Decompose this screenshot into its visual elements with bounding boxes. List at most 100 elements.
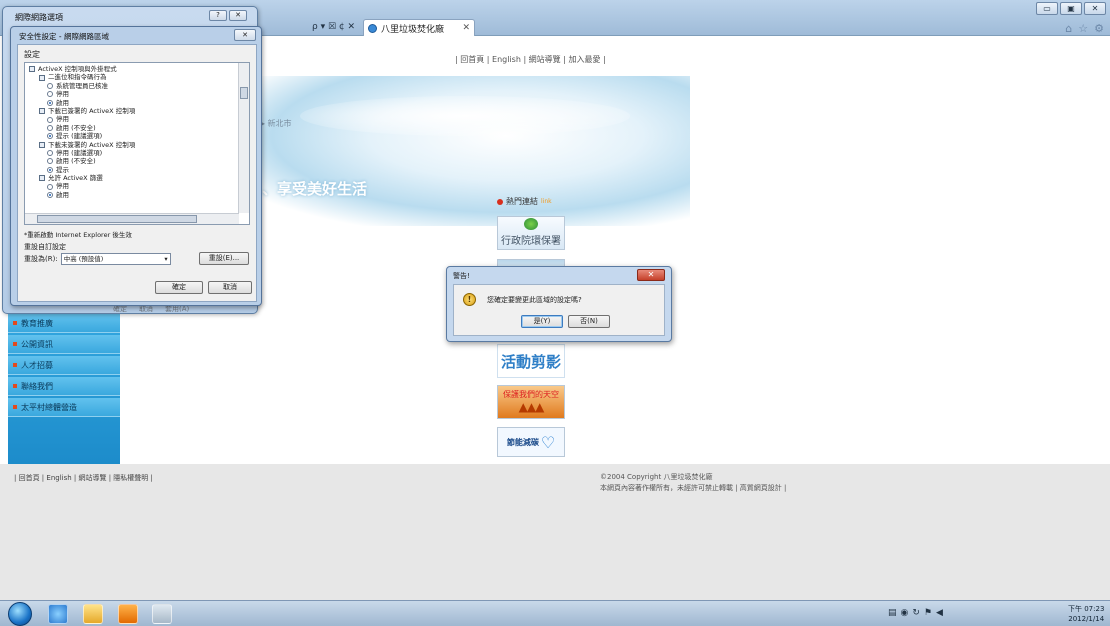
vertical-scrollbar[interactable] xyxy=(238,63,249,213)
protect-sky-link-tile[interactable]: 保護我們的天空 ▲▲▲ xyxy=(497,385,565,419)
sidebar-menu: 教育推廣 公開資訊 人才招募 聯絡我們 太平村總體營造 xyxy=(8,312,120,474)
chevron-down-icon: ▾ xyxy=(164,255,168,263)
group-checkbox-icon xyxy=(39,175,45,182)
browser-tab[interactable]: 八里垃圾焚化廠 ✕ xyxy=(363,19,475,36)
maximize-button[interactable]: ▣ xyxy=(1060,2,1082,15)
radio-button[interactable] xyxy=(47,133,53,140)
star-icon[interactable]: ☆ xyxy=(1078,22,1088,35)
reset-level-value: 中高 (預設值) xyxy=(63,255,104,263)
window-controls: ▭ ▣ ✕ xyxy=(1036,2,1106,15)
hot-links: 熱門連結 link 行政院環保署 活動剪影 保護我們的天空 ▲▲▲ 節能減碳 ♡ xyxy=(497,196,565,457)
yes-button[interactable]: 是(Y) xyxy=(521,315,563,328)
settings-option-item[interactable]: 停用 xyxy=(29,115,239,123)
radio-button[interactable] xyxy=(47,183,53,190)
settings-option-item[interactable]: 啟用 (不安全) xyxy=(29,124,239,132)
settings-item-label: 停用 xyxy=(56,115,69,124)
bullet-icon xyxy=(13,363,17,367)
sidebar-item-contact[interactable]: 聯絡我們 xyxy=(8,377,120,396)
clock[interactable]: 下午 07:23 2012/1/14 xyxy=(1068,604,1104,624)
footer-note: 本網頁內容著作權所有，未經許可禁止轉載 | 高質網頁設計 | xyxy=(600,484,787,492)
horizontal-scrollbar[interactable] xyxy=(25,213,239,224)
sidebar-item-village[interactable]: 太平村總體營造 xyxy=(8,398,120,417)
epa-link-tile[interactable]: 行政院環保署 xyxy=(497,216,565,250)
flag-icon[interactable]: ⚑ xyxy=(924,608,932,618)
security-icon[interactable]: ◉ xyxy=(901,608,909,618)
footer-links[interactable]: | 回首頁 | English | 網站導覽 | 隱私權聲明 | xyxy=(14,473,153,483)
start-button[interactable] xyxy=(8,602,32,626)
ok-button[interactable]: 確定 xyxy=(155,281,203,294)
scroll-thumb[interactable] xyxy=(240,87,248,99)
settings-option-item[interactable]: 提示 (建議選項) xyxy=(29,132,239,140)
banner-cloud xyxy=(300,96,630,136)
activity-link-tile[interactable]: 活動剪影 xyxy=(497,344,565,378)
radio-button[interactable] xyxy=(47,150,53,157)
scroll-thumb[interactable] xyxy=(37,215,197,223)
taskbar: ▤ ◉ ↻ ⚑ ◀ 下午 07:23 2012/1/14 xyxy=(0,600,1110,626)
settings-option-item[interactable]: 啟用 (不安全) xyxy=(29,157,239,165)
minimize-button[interactable]: ▭ xyxy=(1036,2,1058,15)
cancel-button[interactable]: 取消 xyxy=(208,281,252,294)
radio-button[interactable] xyxy=(47,166,53,173)
ie-page-icon xyxy=(368,23,377,33)
dialog-body: 設定 ActiveX 控制項與外掛程式 二進位和指令碼行為 系統管理員已核准 停用 啟用… xyxy=(17,44,257,302)
dialog-body: ! 您確定要變更此區域的設定嗎? 是(Y) 否(N) xyxy=(453,284,665,336)
settings-option-item[interactable]: 停用 xyxy=(29,182,239,190)
security-settings-dialog: 安全性設定 - 網際網路區域 ✕ 設定 ActiveX 控制項與外掛程式 二進位和… xyxy=(10,26,262,306)
copyright-text: ©2004 Copyright 八里垃圾焚化廠 xyxy=(600,473,713,481)
gear-icon[interactable]: ⚙ xyxy=(1094,22,1104,35)
close-button[interactable]: ✕ xyxy=(229,10,247,21)
radio-button[interactable] xyxy=(47,192,53,199)
sync-icon[interactable]: ↻ xyxy=(912,608,920,618)
dialog-title: 安全性設定 - 網際網路區域 xyxy=(19,32,109,41)
settings-item-label: 系統管理員已核准 xyxy=(56,81,108,90)
energy-saving-link-tile[interactable]: 節能減碳 ♡ xyxy=(497,427,565,457)
settings-option-item[interactable]: 停用 xyxy=(29,90,239,98)
radio-button[interactable] xyxy=(47,91,53,98)
settings-group-item[interactable]: 二進位和指令碼行為 xyxy=(29,73,239,81)
address-bar-controls[interactable]: ρ ▾ ☒ ¢ ✕ xyxy=(312,22,355,32)
no-button[interactable]: 否(N) xyxy=(568,315,610,328)
sidebar-item-recruitment[interactable]: 人才招募 xyxy=(8,356,120,375)
sidebar-item-education[interactable]: 教育推廣 xyxy=(8,314,120,333)
tab-close-icon[interactable]: ✕ xyxy=(462,23,470,33)
epa-tile-label: 行政院環保署 xyxy=(501,236,561,247)
reset-level-select[interactable]: 中高 (預設值) ▾ xyxy=(60,253,171,265)
help-button[interactable]: ? xyxy=(209,10,227,21)
folder-taskbar-icon[interactable] xyxy=(83,604,103,624)
settings-option-item[interactable]: 系統管理員已核准 xyxy=(29,82,239,90)
energy-tile-label: 節能減碳 xyxy=(506,437,539,447)
settings-group-item[interactable]: 下載未簽署的 ActiveX 控制項 xyxy=(29,141,239,149)
media-player-taskbar-icon[interactable] xyxy=(118,604,138,624)
radio-button[interactable] xyxy=(47,116,53,123)
home-icon[interactable]: ⌂ xyxy=(1065,22,1072,35)
app-taskbar-icon[interactable] xyxy=(152,604,172,624)
close-window-button[interactable]: ✕ xyxy=(1084,2,1106,15)
settings-option-item[interactable]: 提示 xyxy=(29,166,239,174)
bullet-icon xyxy=(13,321,17,325)
radio-button[interactable] xyxy=(47,82,53,89)
settings-item-label: 啟用 (不安全) xyxy=(56,123,96,132)
warning-dialog: 警告! ✕ ! 您確定要變更此區域的設定嗎? 是(Y) 否(N) xyxy=(446,266,672,342)
top-nav-links[interactable]: | 回首頁 | English | 網站導覽 | 加入最愛 | xyxy=(455,54,606,65)
settings-option-item[interactable]: 啟用 xyxy=(29,99,239,107)
banner-slogan: 、享受美好生活 xyxy=(262,180,368,198)
restart-note: *重新啟動 Internet Explorer 後生效 xyxy=(24,231,132,239)
sidebar-item-label: 太平村總體營造 xyxy=(21,402,77,412)
close-button[interactable]: ✕ xyxy=(234,29,256,41)
epa-logo-icon xyxy=(524,218,538,230)
group-checkbox-icon xyxy=(39,108,45,115)
settings-item-label: 停用 xyxy=(56,90,69,99)
sidebar-item-public-info[interactable]: 公開資訊 xyxy=(8,335,120,354)
volume-icon[interactable]: ◀ xyxy=(936,608,943,618)
reset-button[interactable]: 重設(E)... xyxy=(199,252,249,265)
radio-button[interactable] xyxy=(47,99,53,106)
settings-option-item[interactable]: 啟用 xyxy=(29,191,239,199)
system-tray: ▤ ◉ ↻ ⚑ ◀ xyxy=(888,608,943,618)
network-icon[interactable]: ▤ xyxy=(888,608,897,618)
ie-taskbar-icon[interactable] xyxy=(48,604,68,624)
sidebar-item-label: 聯絡我們 xyxy=(21,381,53,391)
radio-button[interactable] xyxy=(47,124,53,131)
close-button[interactable]: ✕ xyxy=(637,269,665,281)
reset-to-row: 重設為(R): 中高 (預設值) ▾ xyxy=(24,253,171,265)
radio-button[interactable] xyxy=(47,158,53,165)
